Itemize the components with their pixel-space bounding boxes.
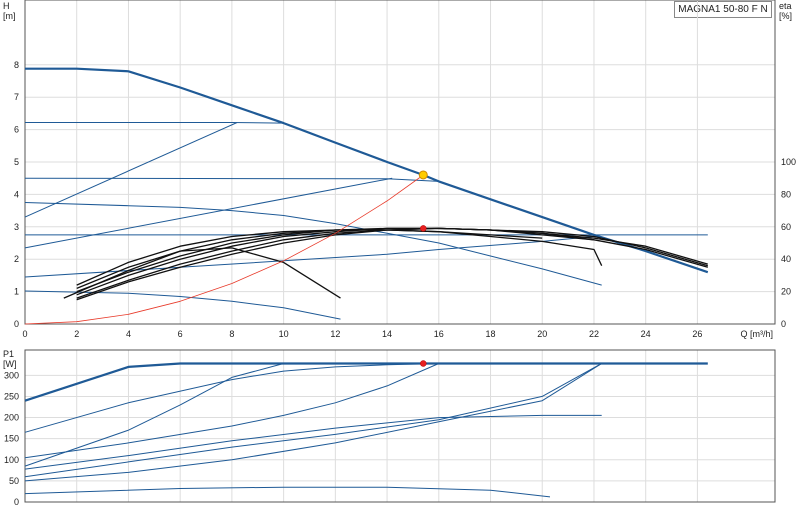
head-curve xyxy=(25,122,284,124)
y-tick-label: 0 xyxy=(14,497,19,507)
x-tick-label: 8 xyxy=(229,329,234,339)
eta-tick-label: 100 xyxy=(781,157,796,167)
y-tick-label: 0 xyxy=(14,319,19,329)
y-tick-label: 1 xyxy=(14,287,19,297)
power-curve xyxy=(24,486,551,498)
y-tick-label: 4 xyxy=(14,189,19,199)
eta-tick-label: 0 xyxy=(781,319,786,329)
eta-tick-label: 40 xyxy=(781,254,791,264)
x-tick-label: 14 xyxy=(382,329,392,339)
head-curve xyxy=(24,290,341,320)
efficiency-curve xyxy=(76,227,708,301)
head-curve xyxy=(24,177,393,249)
y-tick-label: 50 xyxy=(9,476,19,486)
y-tick-label: 100 xyxy=(4,455,19,465)
x-tick-label: 6 xyxy=(178,329,183,339)
x-axis-label: Q [m³/h] xyxy=(740,329,773,339)
x-tick-label: 18 xyxy=(486,329,496,339)
efficiency-point-marker xyxy=(420,225,427,232)
y-tick-label: 200 xyxy=(4,413,19,423)
x-tick-label: 10 xyxy=(279,329,289,339)
x-tick-label: 12 xyxy=(330,329,340,339)
head-curve xyxy=(24,122,238,218)
eta-tick-label: 60 xyxy=(781,222,791,232)
eta-axis-label: eta xyxy=(779,1,792,11)
y-tick-label: 250 xyxy=(4,391,19,401)
y-tick-label: 300 xyxy=(4,370,19,380)
x-tick-label: 22 xyxy=(589,329,599,339)
y-tick-label: 2 xyxy=(14,254,19,264)
eta-tick-label: 20 xyxy=(781,287,791,297)
x-tick-label: 20 xyxy=(537,329,547,339)
x-tick-label: 0 xyxy=(22,329,27,339)
y-tick-label: 7 xyxy=(14,92,19,102)
power-point-marker xyxy=(420,360,427,367)
head-efficiency-panel: 0 2 4 6 8 10 12 14 16 18 20 22 24 2601234567802040608… xyxy=(3,0,796,339)
y-axis-label: P1 xyxy=(3,349,14,359)
x-tick-label: 24 xyxy=(641,329,651,339)
system-curve xyxy=(24,174,424,325)
x-tick-label: 4 xyxy=(126,329,131,339)
power-curve xyxy=(24,363,284,467)
pump-performance-chart: 0 2 4 6 8 10 12 14 16 18 20 22 24 2601234567802040608… xyxy=(3,0,796,507)
y-tick-label: 150 xyxy=(4,434,19,444)
y-tick-label: 6 xyxy=(14,125,19,135)
y-tick-label: 5 xyxy=(14,157,19,167)
efficiency-curve xyxy=(76,227,708,299)
y-axis-label: H xyxy=(3,1,10,11)
x-tick-label: 26 xyxy=(692,329,702,339)
duty-point-marker xyxy=(418,170,428,180)
eta-tick-label: 80 xyxy=(781,189,791,199)
x-tick-label: 16 xyxy=(434,329,444,339)
eta-axis-label: [%] xyxy=(779,11,792,21)
max-power-curve xyxy=(24,362,708,402)
x-tick-label: 2 xyxy=(74,329,79,339)
efficiency-curve xyxy=(76,227,708,296)
y-axis-label: [m] xyxy=(3,11,16,21)
y-tick-label: 8 xyxy=(14,60,19,70)
power-curve xyxy=(24,363,602,482)
power-panel: 0 50 100 150 200 250 300 P1[W] xyxy=(3,349,776,507)
power-curve xyxy=(24,414,602,470)
y-axis-label: [W] xyxy=(3,359,17,369)
y-tick-label: 3 xyxy=(14,222,19,232)
